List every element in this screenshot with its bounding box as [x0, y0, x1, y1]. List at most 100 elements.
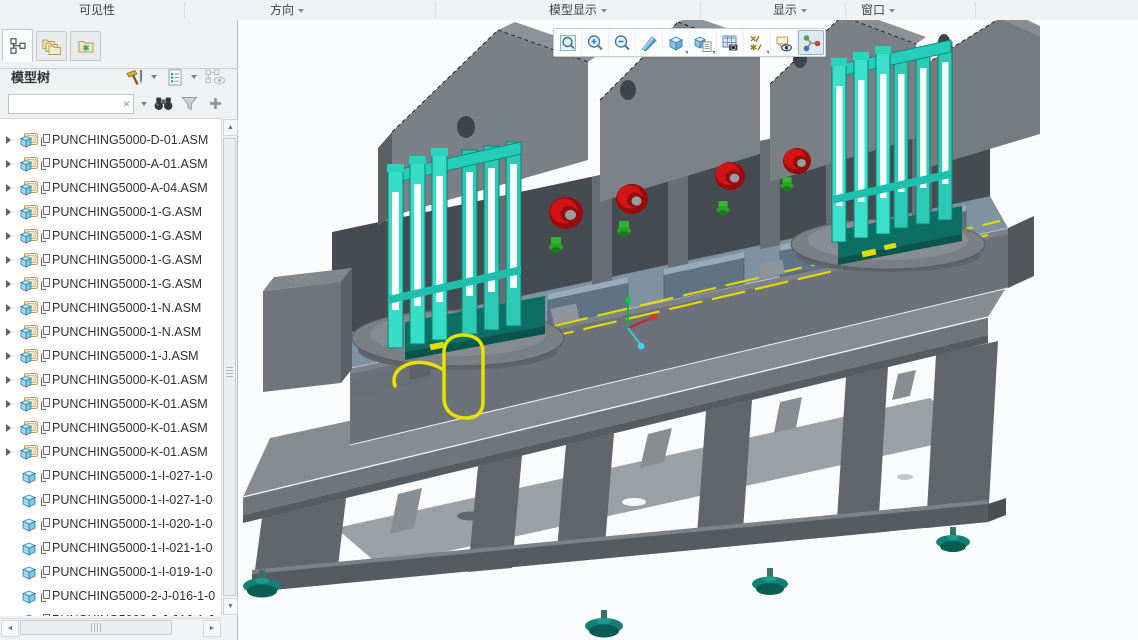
tree-item[interactable]: PUNCHING5000-1-I-027-1-0	[0, 464, 222, 488]
tree-item[interactable]: PUNCHING5000-1-I-021-1-0	[0, 536, 222, 560]
clear-search-icon[interactable]: ×	[123, 97, 130, 111]
zoom-out-button[interactable]	[609, 30, 636, 55]
tree-item-label: PUNCHING5000-K-01.ASM	[52, 445, 208, 459]
ribbon-group-4[interactable]: 显示	[773, 0, 808, 20]
tree-item[interactable]: PUNCHING5000-D-01.ASM	[0, 128, 222, 152]
tree-item[interactable]: PUNCHING5000-2-J-016-1-0	[0, 608, 222, 616]
tree-item[interactable]: PUNCHING5000-K-01.ASM	[0, 368, 222, 392]
add-filter-button[interactable]	[204, 92, 226, 114]
machine-3d-model[interactable]	[238, 20, 1138, 640]
expander-icon[interactable]	[6, 424, 19, 432]
tree-item[interactable]: PUNCHING5000-A-01.ASM	[0, 152, 222, 176]
tree-item[interactable]: PUNCHING5000-K-01.ASM	[0, 440, 222, 464]
datum-display-filters-button[interactable]	[744, 30, 771, 55]
ribbon-group-2[interactable]: 方向	[270, 0, 305, 20]
tree-tools-button[interactable]	[124, 66, 146, 88]
tree-item[interactable]: PUNCHING5000-1-N.ASM	[0, 320, 222, 344]
tree-item[interactable]: PUNCHING5000-1-J.ASM	[0, 344, 222, 368]
expander-icon[interactable]	[6, 208, 19, 216]
tree-vertical-scrollbar[interactable]: ▲ ▼	[221, 118, 238, 616]
model-tree-tab[interactable]	[2, 29, 33, 62]
component-badge-icon	[43, 614, 50, 616]
spin-center-button[interactable]	[798, 30, 824, 55]
search-options-dropdown[interactable]	[138, 93, 150, 115]
vertical-scroll-thumb[interactable]	[223, 138, 236, 596]
zoom-in-button[interactable]	[582, 30, 609, 55]
tree-settings-button[interactable]	[164, 66, 186, 88]
ribbon-group-1[interactable]: 可见性	[79, 0, 115, 20]
view-manager-button[interactable]	[717, 30, 744, 55]
tree-item[interactable]: PUNCHING5000-A-04.ASM	[0, 176, 222, 200]
expander-icon[interactable]	[6, 376, 19, 384]
saved-orientations-button[interactable]	[690, 30, 717, 55]
expander-icon[interactable]	[6, 280, 19, 288]
graphics-viewport[interactable]	[238, 20, 1138, 640]
display-style-button[interactable]	[663, 30, 690, 55]
component-badge-icon	[41, 182, 50, 194]
tree-item[interactable]: PUNCHING5000-1-I-020-1-0	[0, 512, 222, 536]
component-badge-icon	[41, 590, 50, 602]
scroll-up-arrow[interactable]: ▲	[223, 119, 238, 136]
tree-item-label: PUNCHING5000-2-J-016-1-0	[52, 613, 215, 616]
component-badge-icon	[41, 326, 50, 338]
tree-item-label: PUNCHING5000-K-01.ASM	[52, 373, 208, 387]
tree-item[interactable]: PUNCHING5000-1-G.ASM	[0, 200, 222, 224]
annotation-display-button[interactable]	[771, 30, 798, 55]
scroll-down-arrow[interactable]: ▼	[223, 598, 238, 615]
tree-tools-dropdown[interactable]	[148, 66, 160, 88]
expander-icon[interactable]	[6, 328, 19, 336]
tree-item-label: PUNCHING5000-D-01.ASM	[52, 133, 209, 147]
expander-icon[interactable]	[6, 352, 19, 360]
favorites-folder-icon	[78, 40, 93, 52]
tree-item[interactable]: PUNCHING5000-1-G.ASM	[0, 224, 222, 248]
tree-settings-dropdown[interactable]	[188, 66, 200, 88]
expander-icon[interactable]	[6, 448, 19, 456]
assembly-icon	[20, 180, 38, 196]
tree-item[interactable]: PUNCHING5000-1-G.ASM	[0, 248, 222, 272]
tree-item[interactable]: PUNCHING5000-K-01.ASM	[0, 416, 222, 440]
ribbon-divider	[975, 2, 976, 18]
tree-item[interactable]: PUNCHING5000-K-01.ASM	[0, 392, 222, 416]
tree-item-label: PUNCHING5000-1-I-027-1-0	[52, 469, 213, 483]
find-button[interactable]	[152, 92, 174, 114]
expander-icon[interactable]	[6, 400, 19, 408]
tree-item[interactable]: PUNCHING5000-1-I-019-1-0	[0, 560, 222, 584]
chevron-down-icon	[298, 9, 305, 13]
horizontal-scroll-thumb[interactable]	[20, 620, 172, 635]
folder-browser-tab[interactable]	[36, 31, 67, 61]
component-badge-icon	[41, 350, 50, 362]
thumb-grip	[226, 367, 233, 378]
show-columns-button[interactable]	[204, 66, 226, 88]
favorites-tab[interactable]	[70, 31, 101, 61]
tree-item-label: PUNCHING5000-K-01.ASM	[52, 421, 208, 435]
tree-item[interactable]: PUNCHING5000-2-J-016-1-0	[0, 584, 222, 608]
ribbon-group-5[interactable]: 窗口	[861, 0, 896, 20]
search-input[interactable]	[11, 96, 119, 114]
expander-icon[interactable]	[6, 304, 19, 312]
tree-item-label: PUNCHING5000-A-01.ASM	[52, 157, 208, 171]
expander-icon[interactable]	[6, 256, 19, 264]
expander-icon[interactable]	[6, 184, 19, 192]
tree-item-label: PUNCHING5000-1-I-027-1-0	[52, 493, 213, 507]
assembly-icon	[20, 348, 38, 364]
ribbon-group-3[interactable]: 模型显示	[549, 0, 608, 20]
hammer-tools-icon	[125, 69, 142, 85]
expander-icon[interactable]	[6, 232, 19, 240]
navigator-tabs	[0, 28, 237, 69]
expander-icon[interactable]	[6, 136, 19, 144]
tree-horizontal-scrollbar[interactable]: ◄ ►	[0, 618, 222, 637]
refit-button[interactable]	[555, 30, 582, 55]
search-box[interactable]: ×	[8, 94, 134, 114]
scroll-right-arrow[interactable]: ►	[203, 620, 221, 637]
scroll-left-arrow[interactable]: ◄	[1, 620, 19, 637]
tree-diagram-icon	[9, 37, 26, 54]
expander-icon[interactable]	[6, 160, 19, 168]
filter-button[interactable]	[178, 92, 200, 114]
part-icon	[21, 590, 37, 604]
tree-item[interactable]: PUNCHING5000-1-G.ASM	[0, 272, 222, 296]
tree-item[interactable]: PUNCHING5000-1-N.ASM	[0, 296, 222, 320]
part-icon	[21, 470, 37, 484]
tree-item[interactable]: PUNCHING5000-1-I-027-1-0	[0, 488, 222, 512]
repaint-button[interactable]	[636, 30, 663, 55]
assembly-icon	[20, 252, 38, 268]
